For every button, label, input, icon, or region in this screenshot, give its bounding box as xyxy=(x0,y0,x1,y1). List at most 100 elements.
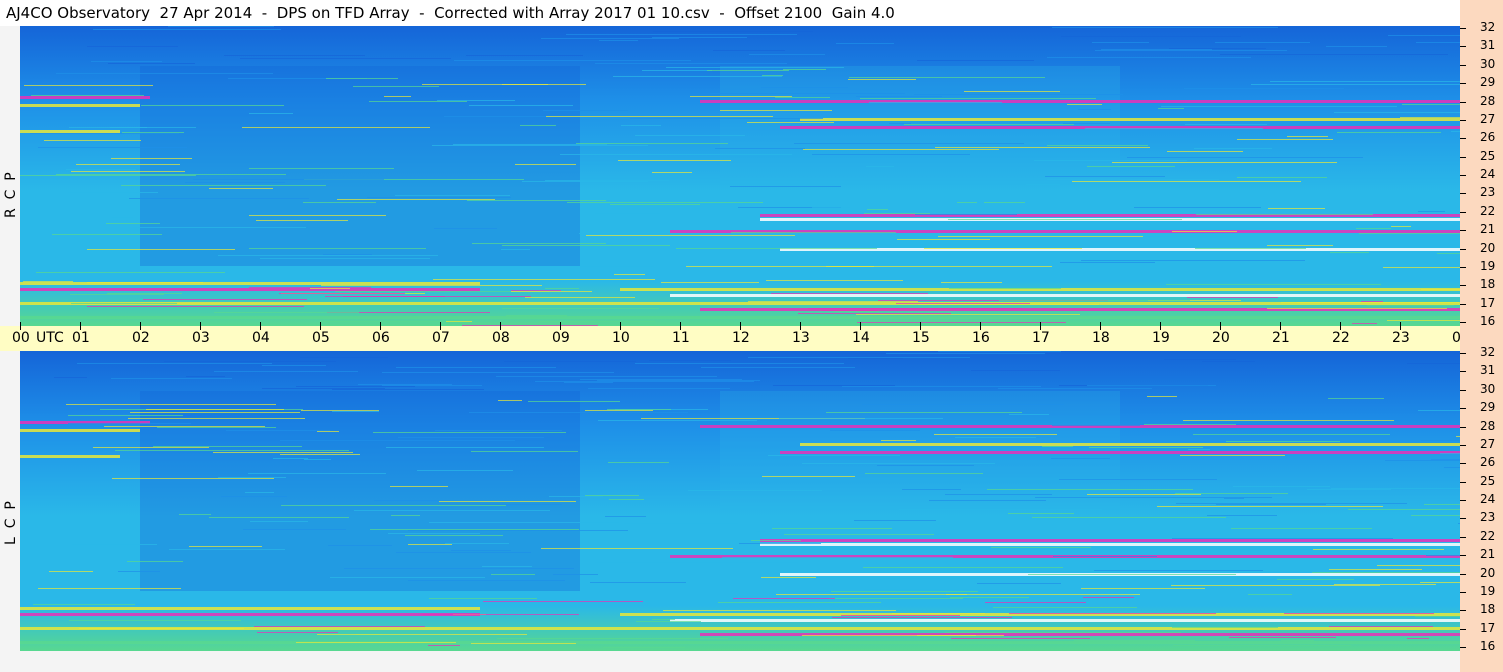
interference-band xyxy=(20,607,480,610)
noise-line xyxy=(446,321,472,322)
noise-line xyxy=(56,73,273,74)
noise-line xyxy=(1112,162,1337,163)
noise-line xyxy=(1081,260,1305,261)
noise-line xyxy=(1203,578,1349,579)
noise-line xyxy=(610,204,700,205)
noise-line xyxy=(1367,305,1454,306)
interference-band xyxy=(760,543,1460,546)
noise-line xyxy=(76,164,180,165)
noise-line xyxy=(1352,323,1377,324)
noise-line xyxy=(652,172,692,173)
noise-line xyxy=(747,122,834,123)
noise-line xyxy=(1216,504,1326,505)
noise-line xyxy=(146,409,284,410)
freq-tick xyxy=(1460,628,1466,630)
noise-line xyxy=(405,535,503,536)
noise-line xyxy=(226,430,330,431)
freq-label: 24 xyxy=(1480,167,1496,181)
noise-line xyxy=(515,164,576,165)
noise-line xyxy=(618,160,731,161)
noise-line xyxy=(511,290,561,291)
noise-line xyxy=(1267,308,1447,309)
noise-line xyxy=(87,46,178,47)
freq-label: 29 xyxy=(1480,400,1496,415)
noise-line xyxy=(1083,597,1134,598)
noise-line xyxy=(38,147,187,148)
noise-line xyxy=(812,154,970,155)
noise-line xyxy=(739,543,821,544)
noise-line xyxy=(549,496,603,497)
interference-band xyxy=(670,294,1460,297)
noise-line xyxy=(115,450,349,451)
interference-band xyxy=(20,302,1460,305)
noise-line xyxy=(300,357,388,358)
noise-line xyxy=(836,43,894,44)
interference-band xyxy=(700,100,1460,103)
noise-line xyxy=(370,529,579,530)
noise-line xyxy=(382,372,614,373)
time-tick xyxy=(140,322,141,330)
noise-line xyxy=(1052,425,1140,426)
noise-line xyxy=(422,84,586,85)
noise-line xyxy=(1172,538,1393,539)
noise-line xyxy=(1281,640,1314,641)
noise-line xyxy=(49,571,93,572)
freq-label: 31 xyxy=(1480,38,1496,53)
noise-line xyxy=(751,540,801,541)
freq-label: 21 xyxy=(1480,547,1496,562)
noise-line xyxy=(1193,233,1298,234)
noise-line xyxy=(491,574,535,575)
noise-line xyxy=(422,614,579,615)
noise-line xyxy=(1072,181,1301,182)
noise-line xyxy=(434,228,497,229)
time-label: 08 xyxy=(492,330,510,346)
noise-line xyxy=(133,227,306,228)
freq-label: 32 xyxy=(1480,20,1496,34)
noise-line xyxy=(862,404,1064,405)
noise-line xyxy=(1237,177,1327,178)
noise-line xyxy=(280,454,360,455)
noise-line xyxy=(1172,627,1278,628)
noise-line xyxy=(566,34,797,35)
lcp-spectrogram[interactable] xyxy=(20,351,1460,651)
noise-line xyxy=(686,266,874,267)
noise-line xyxy=(320,321,455,322)
noise-line xyxy=(929,500,1046,501)
noise-line xyxy=(326,78,398,79)
noise-line xyxy=(70,294,164,295)
noise-line xyxy=(1344,512,1460,513)
noise-line xyxy=(1270,81,1460,82)
noise-line xyxy=(586,235,795,236)
noise-line xyxy=(482,566,532,567)
noise-line xyxy=(1042,446,1073,447)
noise-line xyxy=(748,301,918,302)
freq-tick xyxy=(1460,573,1466,575)
freq-tick xyxy=(1460,266,1466,268)
rcp-spectrogram[interactable] xyxy=(20,26,1460,326)
noise-line xyxy=(111,158,192,159)
noise-line xyxy=(842,386,1041,387)
time-label: 11 xyxy=(672,330,690,346)
noise-line xyxy=(1051,458,1110,459)
noise-line xyxy=(1277,579,1354,580)
noise-line xyxy=(614,274,645,275)
noise-line xyxy=(945,494,1052,495)
freq-label: 30 xyxy=(1480,56,1496,71)
noise-line xyxy=(87,282,203,283)
noise-line xyxy=(281,505,506,506)
time-axis-bar xyxy=(0,326,1460,351)
noise-line xyxy=(1312,572,1460,573)
time-tick xyxy=(380,322,381,330)
time-label: 14 xyxy=(852,330,870,346)
noise-line xyxy=(467,200,606,201)
noise-line xyxy=(829,598,963,599)
noise-line xyxy=(1092,42,1149,43)
freq-label: 26 xyxy=(1480,455,1496,470)
noise-line xyxy=(396,552,531,553)
freq-label: 23 xyxy=(1480,185,1496,200)
noise-line xyxy=(429,522,619,523)
noise-line xyxy=(473,266,654,267)
noise-line xyxy=(1144,424,1236,425)
noise-line xyxy=(924,248,1082,249)
noise-line xyxy=(722,557,953,558)
